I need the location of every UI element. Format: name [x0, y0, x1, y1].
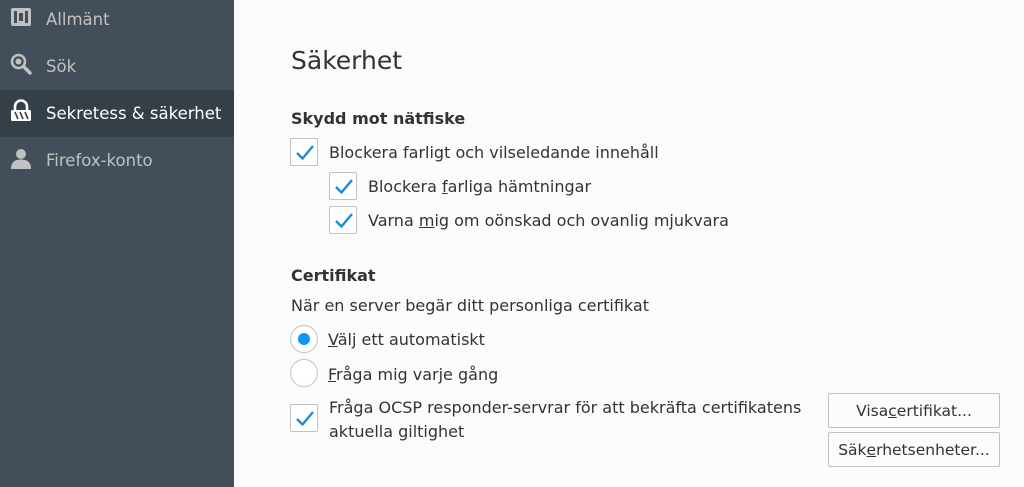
search-icon — [9, 52, 33, 76]
block-dangerous-label[interactable]: Blockera farligt och vilseledande innehå… — [329, 143, 659, 162]
main-content: Säkerhet Skydd mot nätfiske Blockera far… — [234, 0, 1024, 487]
account-icon — [9, 146, 33, 170]
warn-unwanted-checkbox[interactable] — [329, 206, 357, 234]
sidebar-item-label: Allmänt — [46, 10, 110, 29]
block-downloads-label[interactable]: Blockera farliga hämtningar — [368, 177, 591, 196]
certificates-section-title: Certifikat — [291, 266, 376, 285]
auto-select-label[interactable]: Välj ett automatiskt — [328, 330, 485, 349]
sidebar-item-search[interactable]: Sök — [0, 43, 234, 90]
checkmark-icon — [335, 179, 353, 195]
ocsp-label-line2[interactable]: aktuella giltighet — [329, 422, 464, 441]
security-devices-button[interactable]: Säk e rhetsenheter... — [828, 432, 1000, 467]
block-downloads-checkbox[interactable] — [329, 172, 357, 200]
sidebar-item-label: Firefox-konto — [46, 151, 153, 170]
sidebar: Allmänt Sök Sekretess & säkerhet Firefox… — [0, 0, 234, 487]
checkmark-icon — [335, 213, 353, 229]
checkmark-icon — [296, 145, 314, 161]
general-icon — [9, 5, 33, 29]
block-dangerous-checkbox[interactable] — [290, 138, 318, 166]
phishing-section-title: Skydd mot nätfiske — [291, 109, 466, 128]
lock-icon — [9, 99, 33, 123]
radio-selected-dot — [298, 333, 310, 345]
ask-every-time-radio[interactable] — [290, 359, 318, 387]
view-certificates-button[interactable]: Visa c ertifikat... — [828, 393, 1000, 428]
checkmark-icon — [296, 411, 314, 427]
ocsp-checkbox[interactable] — [290, 404, 318, 432]
ocsp-label-line1[interactable]: Fråga OCSP responder-servrar för att bek… — [329, 398, 801, 417]
sidebar-item-firefox-account[interactable]: Firefox-konto — [0, 137, 234, 184]
page-title: Säkerhet — [291, 46, 403, 75]
sidebar-item-general[interactable]: Allmänt — [0, 0, 234, 43]
warn-unwanted-label[interactable]: Varna mig om oönskad och ovanlig mjukvar… — [368, 211, 729, 230]
sidebar-item-label: Sekretess & säkerhet — [46, 104, 222, 123]
ask-every-time-label[interactable]: Fråga mig varje gång — [328, 365, 498, 384]
sidebar-item-privacy-security[interactable]: Sekretess & säkerhet — [0, 90, 234, 137]
sidebar-item-label: Sök — [46, 57, 77, 76]
auto-select-radio[interactable] — [290, 325, 318, 353]
certificates-description: När en server begär ditt personliga cert… — [291, 296, 649, 315]
